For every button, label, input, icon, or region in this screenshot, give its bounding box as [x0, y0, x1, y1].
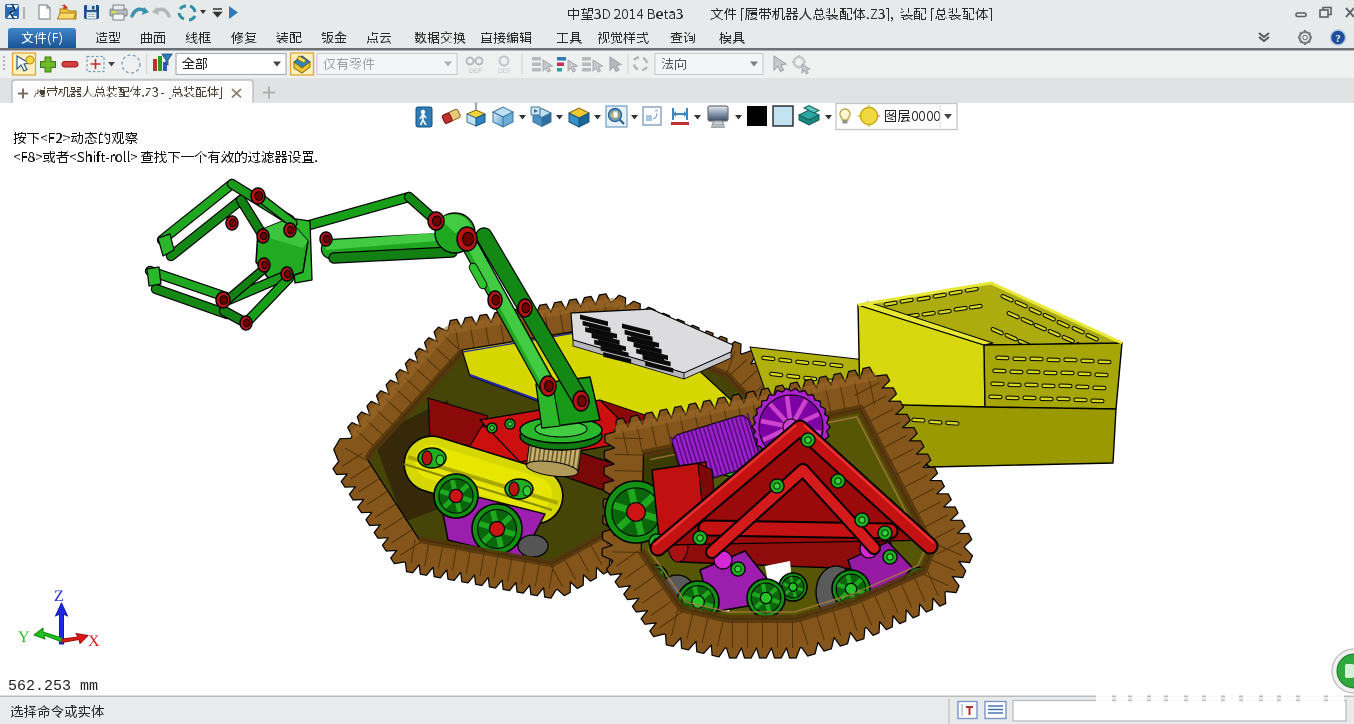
svg-text:DEF: DEF	[469, 68, 482, 75]
svg-text:Y: Y	[18, 629, 30, 646]
svg-text:?: ?	[1335, 33, 1341, 45]
svg-text:Z: Z	[54, 588, 64, 605]
svg-text:DEF: DEF	[498, 68, 511, 75]
svg-text:562.253 mm: 562.253 mm	[8, 678, 98, 695]
svg-text:X: X	[88, 633, 100, 650]
